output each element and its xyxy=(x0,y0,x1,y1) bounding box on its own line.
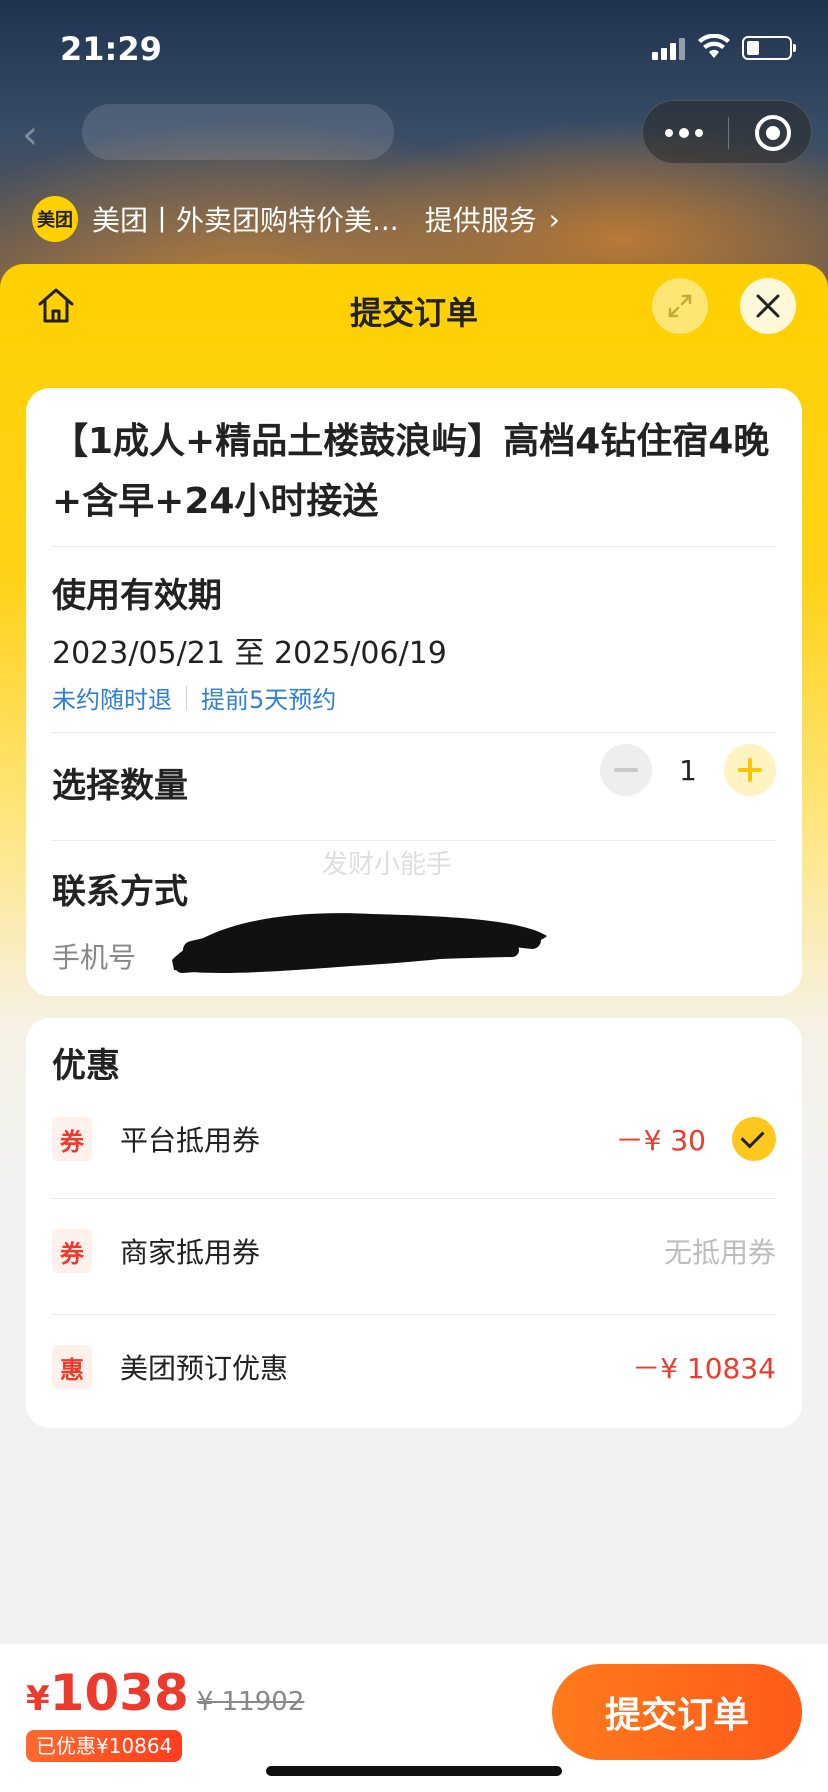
status-time: 21:29 xyxy=(60,30,162,68)
expand-icon xyxy=(668,294,692,318)
close-icon xyxy=(756,294,780,318)
quantity-stepper: 1 xyxy=(600,744,776,796)
chevron-right-icon: › xyxy=(548,202,560,236)
validity-dates: 2023/05/21 至 2025/06/19 xyxy=(52,636,447,671)
original-price: ¥ 11902 xyxy=(196,1687,305,1717)
provider-name: 美团丨外卖团购特价美... xyxy=(92,204,399,237)
checkmark-icon[interactable] xyxy=(732,1117,776,1161)
savings-badge: 已优惠¥10864 xyxy=(26,1730,183,1762)
quantity-label: 选择数量 xyxy=(52,766,188,806)
provider-suffix-label: 提供服务 xyxy=(424,204,537,237)
submit-order-button[interactable]: 提交订单 xyxy=(552,1664,802,1760)
discounts-title: 优惠 xyxy=(52,1046,120,1086)
capsule-divider xyxy=(728,117,729,149)
policy-refund: 未约随时退 xyxy=(52,686,172,714)
promo-badge: 惠 xyxy=(52,1345,92,1389)
back-arrow-icon[interactable]: ‹ xyxy=(22,112,38,158)
discount-amount: －¥ 30 xyxy=(615,1124,706,1157)
search-bar[interactable] xyxy=(82,104,394,160)
total-price: ¥ 1038 ¥ 11902 xyxy=(26,1664,304,1722)
policy-row: 未约随时退 提前5天预约 xyxy=(52,680,336,715)
discount-amount: －¥ 10834 xyxy=(632,1352,776,1385)
meituan-logo: 美团 xyxy=(32,196,78,242)
close-button[interactable] xyxy=(740,278,796,334)
close-miniapp-icon[interactable] xyxy=(755,115,791,151)
coupon-badge: 券 xyxy=(52,1229,92,1273)
product-title: 【1成人+精品土楼鼓浪屿】高档4钻住宿4晚+含早+24小时接送 xyxy=(52,421,770,522)
miniapp-capsule xyxy=(642,100,812,164)
divider xyxy=(52,1198,776,1199)
divider xyxy=(52,732,776,733)
home-indicator xyxy=(266,1766,562,1776)
divider xyxy=(52,546,776,547)
currency-symbol: ¥ xyxy=(26,1679,50,1719)
discount-row-platform[interactable]: 券 平台抵用券 －¥ 30 xyxy=(52,1104,776,1174)
quantity-value: 1 xyxy=(679,753,697,787)
more-options-icon[interactable] xyxy=(665,125,705,141)
redacted-phone-scribble xyxy=(172,913,547,973)
policy-advance-booking: 提前5天预约 xyxy=(201,686,337,714)
status-bar: 21:29 xyxy=(0,0,828,100)
decrease-button[interactable] xyxy=(600,744,652,796)
discount-row-booking[interactable]: 惠 美团预订优惠 －¥ 10834 xyxy=(52,1332,776,1402)
order-details-card: 【1成人+精品土楼鼓浪屿】高档4钻住宿4晚+含早+24小时接送 使用有效期 20… xyxy=(26,388,802,996)
sheet-header: 提交订单 xyxy=(0,264,828,354)
discount-amount: 无抵用券 xyxy=(663,1236,776,1269)
expand-button[interactable] xyxy=(652,278,708,334)
validity-label: 使用有效期 xyxy=(52,576,222,616)
provider-suffix: 提供服务 › xyxy=(425,199,560,239)
phone-label[interactable]: 手机号 xyxy=(52,936,136,976)
price-value: 1038 xyxy=(49,1664,189,1722)
discount-row-merchant[interactable]: 券 商家抵用券 无抵用券 xyxy=(52,1216,776,1286)
discount-name: 商家抵用券 xyxy=(120,1236,261,1269)
divider xyxy=(52,840,776,841)
coupon-badge: 券 xyxy=(52,1117,92,1161)
discounts-card: 优惠 券 平台抵用券 －¥ 30 券 商家抵用券 无抵用券 惠 美团预订优惠 －… xyxy=(26,1018,802,1428)
discount-name: 平台抵用券 xyxy=(120,1124,261,1157)
cellular-signal-icon xyxy=(652,38,688,60)
divider xyxy=(52,1314,776,1315)
watermark: 发财小能手 xyxy=(322,850,453,880)
increase-button[interactable] xyxy=(724,744,776,796)
minus-icon xyxy=(614,768,638,772)
service-provider-row[interactable]: 美团 美团丨外卖团购特价美... 提供服务 › xyxy=(32,196,560,242)
wifi-icon xyxy=(698,34,730,58)
battery-icon xyxy=(742,36,796,60)
discount-name: 美团预订优惠 xyxy=(120,1352,289,1385)
policy-separator xyxy=(186,685,187,710)
